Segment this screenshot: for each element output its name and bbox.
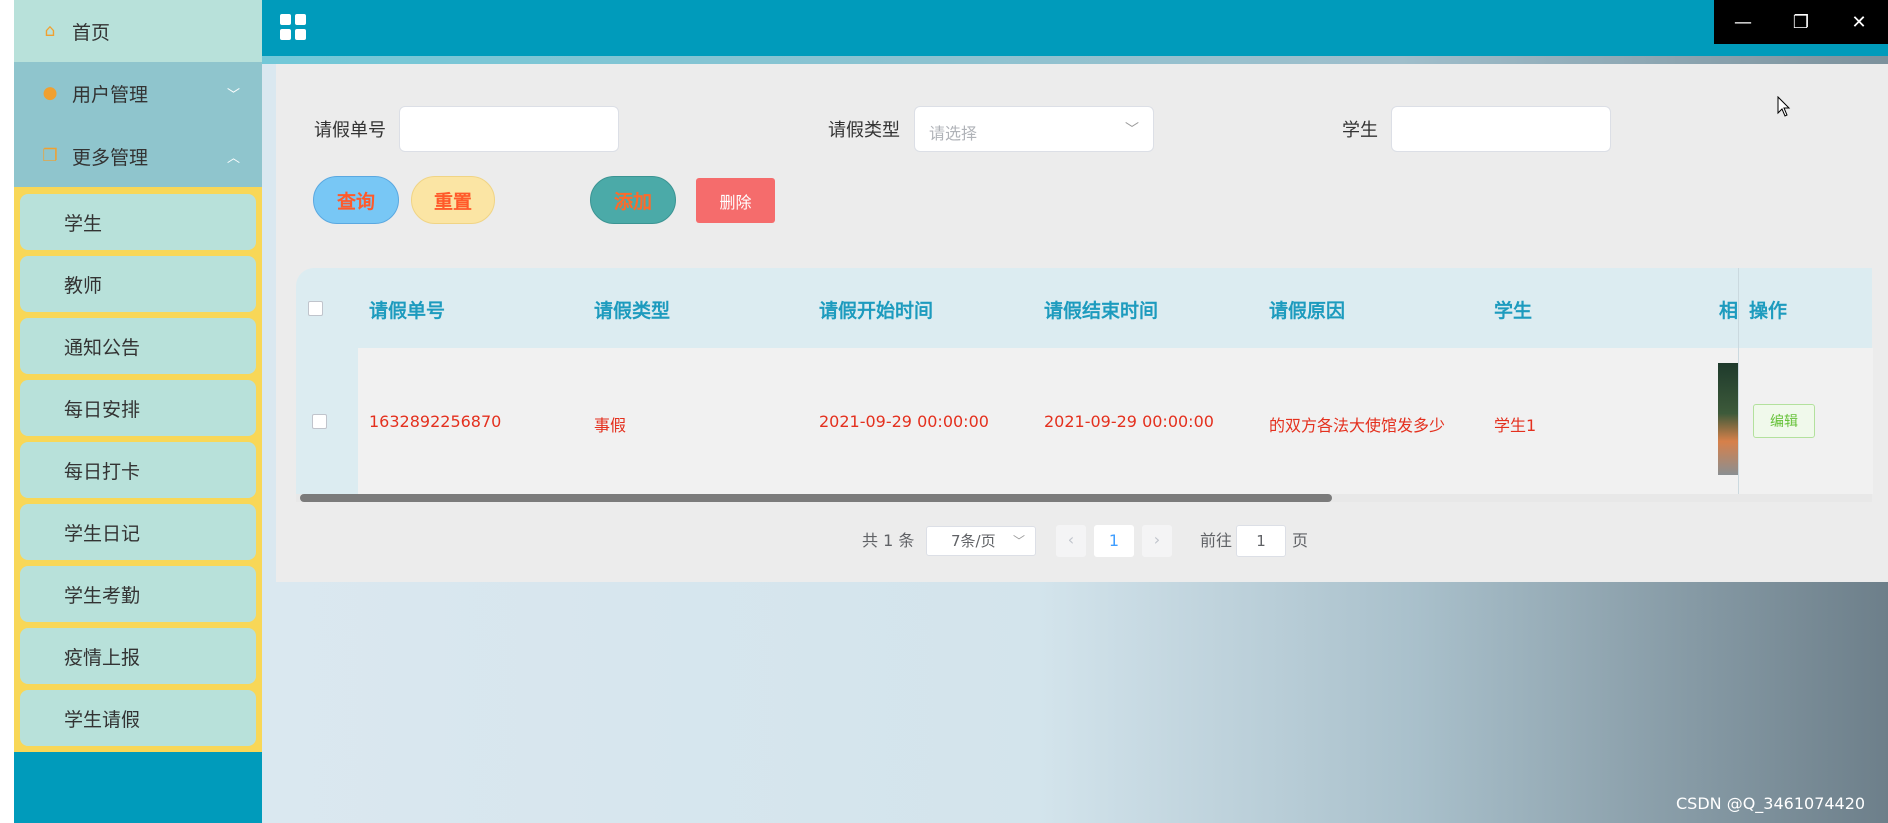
query-button[interactable]: 查询 xyxy=(313,176,399,224)
photo-thumbnail xyxy=(1718,363,1738,475)
column-header-operation: 操作 xyxy=(1749,300,1788,322)
chevron-down-icon: ﹀ xyxy=(226,87,240,103)
current-page[interactable]: 1 xyxy=(1094,525,1134,557)
restore-icon[interactable]: ❐ xyxy=(1772,12,1830,33)
row-checkbox-cell xyxy=(296,348,358,494)
sidebar-item-label: 通知公告 xyxy=(64,336,141,359)
sidebar-item-label: 学生 xyxy=(64,212,103,235)
edit-button[interactable]: 编辑 xyxy=(1753,404,1815,438)
top-bar-divider xyxy=(262,56,1888,64)
goto-suffix: 页 xyxy=(1292,531,1309,550)
sidebar-item-student[interactable]: 学生 xyxy=(20,194,256,250)
add-button[interactable]: 添加 xyxy=(590,176,676,224)
cell-leave-type: 事假 xyxy=(594,416,627,435)
delete-button[interactable]: 删除 xyxy=(696,178,775,223)
window-left-edge xyxy=(0,0,14,823)
user-icon: ● xyxy=(42,83,58,103)
close-icon[interactable]: ✕ xyxy=(1830,12,1888,33)
column-header-student[interactable]: 学生 xyxy=(1494,296,1532,323)
column-header-start-time[interactable]: 请假开始时间 xyxy=(819,296,933,323)
cell-student: 学生1 xyxy=(1494,416,1537,435)
page-size-select[interactable]: 7条/页 ﹀ xyxy=(926,526,1036,556)
watermark: CSDN @Q_3461074420 xyxy=(1676,794,1866,813)
sidebar-item-label: 更多管理 xyxy=(72,146,149,169)
cell-reason: 的双方各法大使馆发多少 xyxy=(1269,416,1446,435)
cell-start-time: 2021-09-29 00:00:00 xyxy=(819,412,989,431)
sidebar-top-menu: ⌂ 首页 ● 用户管理 ﹀ ❐ 更多管理 ︿ xyxy=(14,0,262,187)
sidebar-item-notice[interactable]: 通知公告 xyxy=(20,318,256,374)
scrollbar-thumb[interactable] xyxy=(300,494,1332,502)
prev-page-button[interactable]: ‹ xyxy=(1056,525,1086,557)
chevron-right-icon: › xyxy=(1153,530,1161,549)
sidebar-item-label: 学生日记 xyxy=(64,522,141,545)
chevron-down-icon: ﹀ xyxy=(1012,534,1025,548)
sidebar-item-daily-schedule[interactable]: 每日安排 xyxy=(20,380,256,436)
horizontal-scrollbar[interactable] xyxy=(296,494,1872,502)
operation-column: 操作 编辑 xyxy=(1738,268,1873,494)
leave-table: 请假单号 请假类型 请假开始时间 请假结束时间 请假原因 学生 相 163289… xyxy=(296,268,1873,502)
cell-end-time: 2021-09-29 00:00:00 xyxy=(1044,412,1214,431)
sidebar-item-attendance[interactable]: 学生考勤 xyxy=(20,566,256,622)
copy-icon: ❐ xyxy=(42,146,58,166)
student-input[interactable] xyxy=(1391,106,1611,152)
page-size-value: 7条/页 xyxy=(951,532,996,550)
sidebar-item-label: 学生请假 xyxy=(64,708,141,731)
home-icon: ⌂ xyxy=(44,21,56,41)
sidebar-item-student-diary[interactable]: 学生日记 xyxy=(20,504,256,560)
leave-type-select[interactable]: 请选择 ﹀ xyxy=(914,106,1154,152)
goto-page-input[interactable]: 1 xyxy=(1236,525,1286,557)
student-label: 学生 xyxy=(1342,120,1378,141)
sidebar-item-label: 疫情上报 xyxy=(64,646,141,669)
sidebar-item-epidemic-report[interactable]: 疫情上报 xyxy=(20,628,256,684)
sidebar-item-home[interactable]: ⌂ 首页 xyxy=(14,0,262,62)
column-header-leave-no[interactable]: 请假单号 xyxy=(369,296,445,323)
chevron-left-icon: ‹ xyxy=(1067,530,1075,549)
sidebar-item-label: 首页 xyxy=(72,21,111,44)
sidebar-item-more-management[interactable]: ❐ 更多管理 ︿ xyxy=(14,125,262,187)
sidebar-item-label: 学生考勤 xyxy=(64,584,141,607)
mouse-cursor-icon xyxy=(1777,96,1791,117)
leave-no-label: 请假单号 xyxy=(314,120,386,141)
leave-type-label: 请假类型 xyxy=(828,120,900,141)
sidebar-item-label: 每日安排 xyxy=(64,398,141,421)
leave-no-input[interactable] xyxy=(399,106,619,152)
sidebar-item-label: 用户管理 xyxy=(72,83,149,106)
table-header: 请假单号 请假类型 请假开始时间 请假结束时间 请假原因 学生 相 xyxy=(296,268,1872,348)
sidebar-item-daily-checkin[interactable]: 每日打卡 xyxy=(20,442,256,498)
column-header-photo[interactable]: 相 xyxy=(1719,296,1738,323)
column-header-end-time[interactable]: 请假结束时间 xyxy=(1044,296,1158,323)
window-controls: — ❐ ✕ xyxy=(1714,0,1888,44)
sidebar-item-student-leave[interactable]: 学生请假 xyxy=(20,690,256,746)
grid-icon[interactable] xyxy=(280,14,306,40)
chevron-down-icon: ﹀ xyxy=(1125,122,1139,138)
sidebar-item-label: 教师 xyxy=(64,274,103,297)
pagination-total: 共 1 条 xyxy=(862,531,915,550)
minimize-icon[interactable]: — xyxy=(1714,12,1772,33)
sidebar-item-label: 每日打卡 xyxy=(64,460,141,483)
top-bar xyxy=(262,0,1888,56)
chevron-up-icon: ︿ xyxy=(226,150,240,166)
next-page-button[interactable]: › xyxy=(1142,525,1172,557)
reset-button[interactable]: 重置 xyxy=(411,176,495,224)
cell-leave-no: 1632892256870 xyxy=(369,412,502,431)
sidebar-item-teacher[interactable]: 教师 xyxy=(20,256,256,312)
submenu: 学生 教师 通知公告 每日安排 每日打卡 学生日记 学生考勤 疫情上报 学生请假 xyxy=(14,187,262,752)
select-all-checkbox[interactable] xyxy=(308,301,323,316)
sidebar: ⌂ 首页 ● 用户管理 ﹀ ❐ 更多管理 ︿ 学生 教师 通知公告 每日安排 每… xyxy=(14,0,262,823)
goto-prefix: 前往 xyxy=(1200,531,1233,550)
row-checkbox[interactable] xyxy=(312,414,327,429)
sidebar-item-user-management[interactable]: ● 用户管理 ﹀ xyxy=(14,62,262,124)
leave-type-placeholder: 请选择 xyxy=(929,124,978,143)
column-header-reason[interactable]: 请假原因 xyxy=(1269,296,1345,323)
column-header-leave-type[interactable]: 请假类型 xyxy=(594,296,670,323)
